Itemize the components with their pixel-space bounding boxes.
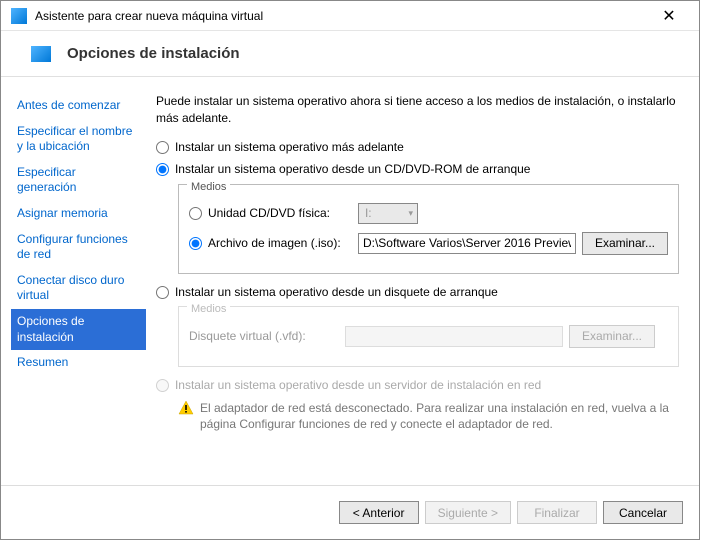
- window-title: Asistente para crear nueva máquina virtu…: [35, 9, 649, 23]
- option-iso[interactable]: Archivo de imagen (.iso):: [189, 235, 358, 252]
- radio-install-later[interactable]: [156, 141, 169, 154]
- content: Puede instalar un sistema operativo ahor…: [146, 77, 699, 481]
- sidebar-item-vhd[interactable]: Conectar disco duro virtual: [11, 268, 146, 309]
- previous-button[interactable]: < Anterior: [339, 501, 419, 524]
- browse-iso-button[interactable]: Examinar...: [582, 232, 668, 255]
- row-physical-drive: Unidad CD/DVD física: I: ▾: [189, 203, 668, 224]
- drive-letter-value: I:: [365, 205, 372, 222]
- floppy-fieldset: Medios Disquete virtual (.vfd): Examinar…: [178, 306, 679, 366]
- option-install-network: Instalar un sistema operativo desde un s…: [156, 377, 679, 394]
- option-install-floppy[interactable]: Instalar un sistema operativo desde un d…: [156, 284, 679, 301]
- page-header: Opciones de instalación: [1, 31, 699, 77]
- sidebar-item-name-location[interactable]: Especificar el nombre y la ubicación: [11, 119, 146, 160]
- media-fieldset: Medios Unidad CD/DVD física: I: ▾: [178, 184, 679, 273]
- option-install-cd[interactable]: Instalar un sistema operativo desde un C…: [156, 161, 679, 178]
- app-icon: [11, 8, 27, 24]
- network-warning-text: El adaptador de red está desconectado. P…: [200, 400, 679, 434]
- sidebar: Antes de comenzar Especificar el nombre …: [1, 77, 146, 481]
- sidebar-item-before-begin[interactable]: Antes de comenzar: [11, 93, 146, 119]
- radio-physical-drive[interactable]: [189, 207, 202, 220]
- floppy-label: Disquete virtual (.vfd):: [189, 328, 345, 345]
- row-floppy: Disquete virtual (.vfd): Examinar...: [189, 325, 668, 348]
- intro-text: Puede instalar un sistema operativo ahor…: [156, 93, 679, 127]
- chevron-down-icon: ▾: [408, 207, 413, 220]
- warning-icon: [178, 400, 194, 416]
- sidebar-item-networking[interactable]: Configurar funciones de red: [11, 227, 146, 268]
- titlebar: Asistente para crear nueva máquina virtu…: [1, 1, 699, 31]
- radio-install-cd[interactable]: [156, 163, 169, 176]
- option-install-floppy-label: Instalar un sistema operativo desde un d…: [175, 284, 498, 301]
- media-legend: Medios: [187, 180, 230, 195]
- next-button: Siguiente >: [425, 501, 511, 524]
- finish-button: Finalizar: [517, 501, 597, 524]
- sidebar-item-memory[interactable]: Asignar memoria: [11, 201, 146, 227]
- option-install-later[interactable]: Instalar un sistema operativo más adelan…: [156, 139, 679, 156]
- radio-iso[interactable]: [189, 237, 202, 250]
- cancel-button[interactable]: Cancelar: [603, 501, 683, 524]
- footer: < Anterior Siguiente > Finalizar Cancela…: [1, 485, 699, 539]
- network-warning: El adaptador de red está desconectado. P…: [178, 400, 679, 434]
- option-install-cd-label: Instalar un sistema operativo desde un C…: [175, 161, 531, 178]
- iso-label: Archivo de imagen (.iso):: [208, 235, 358, 252]
- sidebar-item-install-options[interactable]: Opciones de instalación: [11, 309, 146, 350]
- iso-path-input[interactable]: [358, 233, 576, 254]
- option-install-network-label: Instalar un sistema operativo desde un s…: [175, 377, 541, 394]
- wizard-dialog: Asistente para crear nueva máquina virtu…: [0, 0, 700, 540]
- option-physical-drive[interactable]: Unidad CD/DVD física:: [189, 205, 358, 222]
- radio-install-floppy[interactable]: [156, 286, 169, 299]
- header-icon: [31, 46, 51, 62]
- row-iso: Archivo de imagen (.iso): Examinar...: [189, 232, 668, 255]
- drive-letter-select[interactable]: I: ▾: [358, 203, 418, 224]
- radio-install-network: [156, 379, 169, 392]
- page-title: Opciones de instalación: [67, 45, 240, 62]
- option-install-later-label: Instalar un sistema operativo más adelan…: [175, 139, 404, 156]
- sidebar-item-summary[interactable]: Resumen: [11, 350, 146, 376]
- sidebar-item-generation[interactable]: Especificar generación: [11, 160, 146, 201]
- body: Antes de comenzar Especificar el nombre …: [1, 77, 699, 481]
- physical-drive-label: Unidad CD/DVD física:: [208, 205, 358, 222]
- floppy-legend: Medios: [187, 302, 230, 317]
- browse-floppy-button: Examinar...: [569, 325, 655, 348]
- close-button[interactable]: ✕: [649, 2, 689, 30]
- floppy-path-input: [345, 326, 563, 347]
